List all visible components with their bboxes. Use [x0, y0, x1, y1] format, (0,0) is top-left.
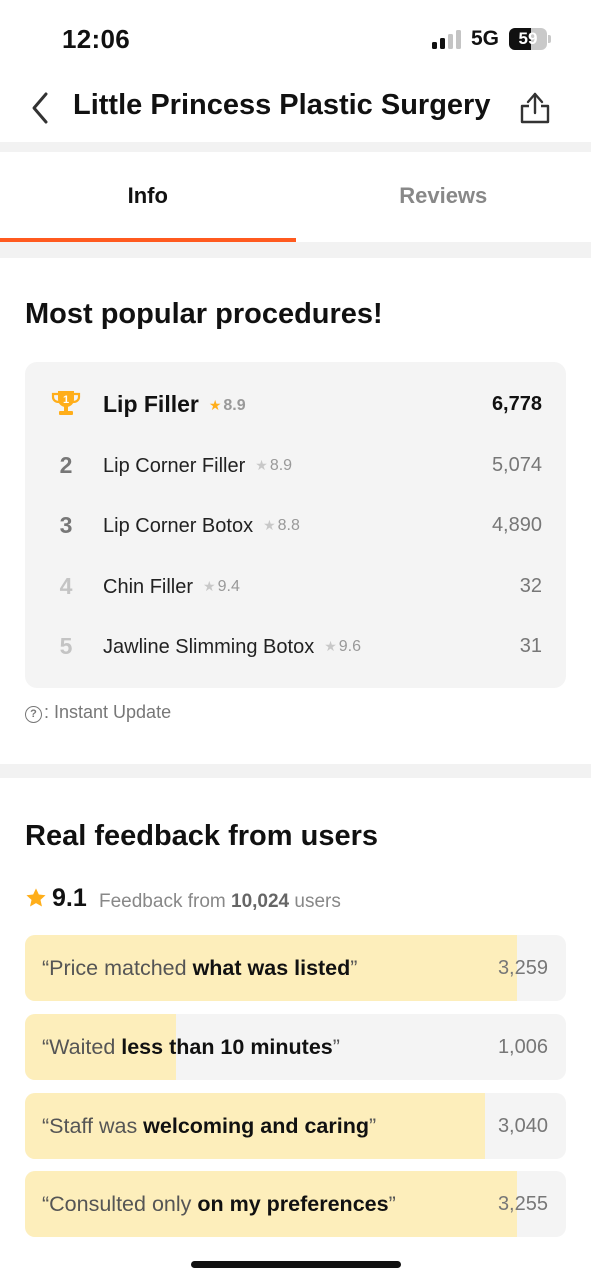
feedback-text: “Consulted only on my preferences” [42, 1192, 396, 1216]
procedure-row-3[interactable]: 3 Lip Corner Botox ★ 8.8 4,890 [25, 495, 566, 555]
popular-procedures-title: Most popular procedures! [25, 298, 383, 330]
tab-reviews[interactable]: Reviews [296, 152, 591, 242]
feedback-count-text: Feedback from 10,024 users [99, 891, 341, 912]
feedback-count: 3,040 [497, 1115, 548, 1137]
page-title: Little Princess Plastic Surgery [73, 89, 491, 121]
divider [0, 764, 591, 778]
battery-tip [548, 35, 551, 43]
procedure-row-1[interactable]: 1 Lip Filler ★ 8.9 6,778 [25, 374, 566, 434]
feedback-text: “Waited less than 10 minutes” [42, 1035, 340, 1059]
feedback-text: “Price matched what was listed” [42, 956, 358, 980]
star-icon: ★ [208, 397, 222, 413]
procedure-name: Chin Filler [103, 576, 194, 598]
rank-number: 1 [63, 394, 69, 406]
status-time: 12:06 [62, 24, 130, 54]
feedback-user-count: 10,024 [231, 891, 290, 912]
share-button[interactable] [517, 88, 553, 128]
tab-info[interactable]: Info [0, 152, 296, 242]
procedure-rating: 8.8 [277, 517, 300, 534]
procedure-row-4[interactable]: 4 Chin Filler ★ 9.4 32 [25, 556, 566, 616]
star-icon: ★ [255, 457, 268, 473]
feedback-count: 3,255 [497, 1193, 548, 1215]
procedure-name: Lip Corner Filler [103, 455, 246, 477]
procedure-rating: 8.9 [223, 397, 246, 414]
popular-procedures-list: 1 Lip Filler ★ 8.9 6,778 2 Lip Corner Fill… [25, 362, 566, 688]
chevron-left-icon [32, 92, 48, 124]
procedure-row-2[interactable]: 2 Lip Corner Filler ★ 8.9 5,074 [25, 435, 566, 495]
rank-number: 3 [59, 512, 73, 538]
feedback-item-2[interactable]: “Waited less than 10 minutes” 1,006 [25, 1014, 566, 1080]
divider [0, 142, 591, 152]
feedback-item-1[interactable]: “Price matched what was listed” 3,259 [25, 935, 566, 1001]
divider [0, 242, 591, 258]
feedback-count: 3,259 [497, 957, 548, 979]
feedback-count: 1,006 [497, 1036, 548, 1058]
star-icon: ★ [203, 578, 216, 594]
procedure-count: 5,074 [491, 454, 542, 476]
procedure-name: Lip Filler [103, 391, 199, 417]
trophy-icon: 1 [51, 391, 81, 415]
back-button[interactable] [24, 88, 58, 128]
signal-icon [432, 30, 462, 49]
home-indicator[interactable] [191, 1261, 401, 1268]
instant-update-note[interactable]: ?: Instant Update [25, 702, 171, 726]
feedback-title: Real feedback from users [25, 820, 378, 852]
procedure-rating: 9.6 [338, 638, 362, 655]
note-text: : Instant Update [44, 702, 172, 722]
rank-number: 4 [59, 573, 73, 599]
star-icon: ★ [324, 638, 337, 654]
procedure-rating: 9.4 [217, 578, 240, 595]
procedure-row-5[interactable]: 5 Jawline Slimming Botox ★ 9.6 31 [25, 616, 566, 676]
battery-level: 59 [518, 29, 538, 48]
overall-score: 9.1 [52, 884, 87, 912]
rank-number: 5 [59, 633, 73, 659]
procedure-rating: 8.9 [269, 457, 293, 474]
share-icon [520, 92, 550, 124]
battery-icon: 59 [509, 28, 547, 50]
star-icon: ★ [263, 517, 276, 533]
procedure-count: 4,890 [491, 514, 542, 536]
feedback-item-4[interactable]: “Consulted only on my preferences” 3,255 [25, 1171, 566, 1237]
app-header: Little Princess Plastic Surgery [0, 78, 591, 142]
procedure-count: 6,778 [491, 393, 542, 415]
procedure-name: Jawline Slimming Botox [103, 636, 315, 658]
procedure-count: 31 [519, 635, 542, 657]
star-icon [26, 888, 46, 907]
procedure-name: Lip Corner Botox [103, 515, 254, 537]
question-circle-icon: ? [25, 706, 42, 723]
feedback-item-3[interactable]: “Staff was welcoming and caring” 3,040 [25, 1093, 566, 1159]
rank-number: 2 [59, 452, 73, 478]
procedure-count: 32 [519, 575, 542, 597]
status-bar: 12:06 5G 59 [0, 0, 591, 78]
feedback-text: “Staff was welcoming and caring” [42, 1114, 377, 1138]
tab-bar: Info Reviews [0, 152, 591, 242]
network-label: 5G [471, 27, 500, 50]
